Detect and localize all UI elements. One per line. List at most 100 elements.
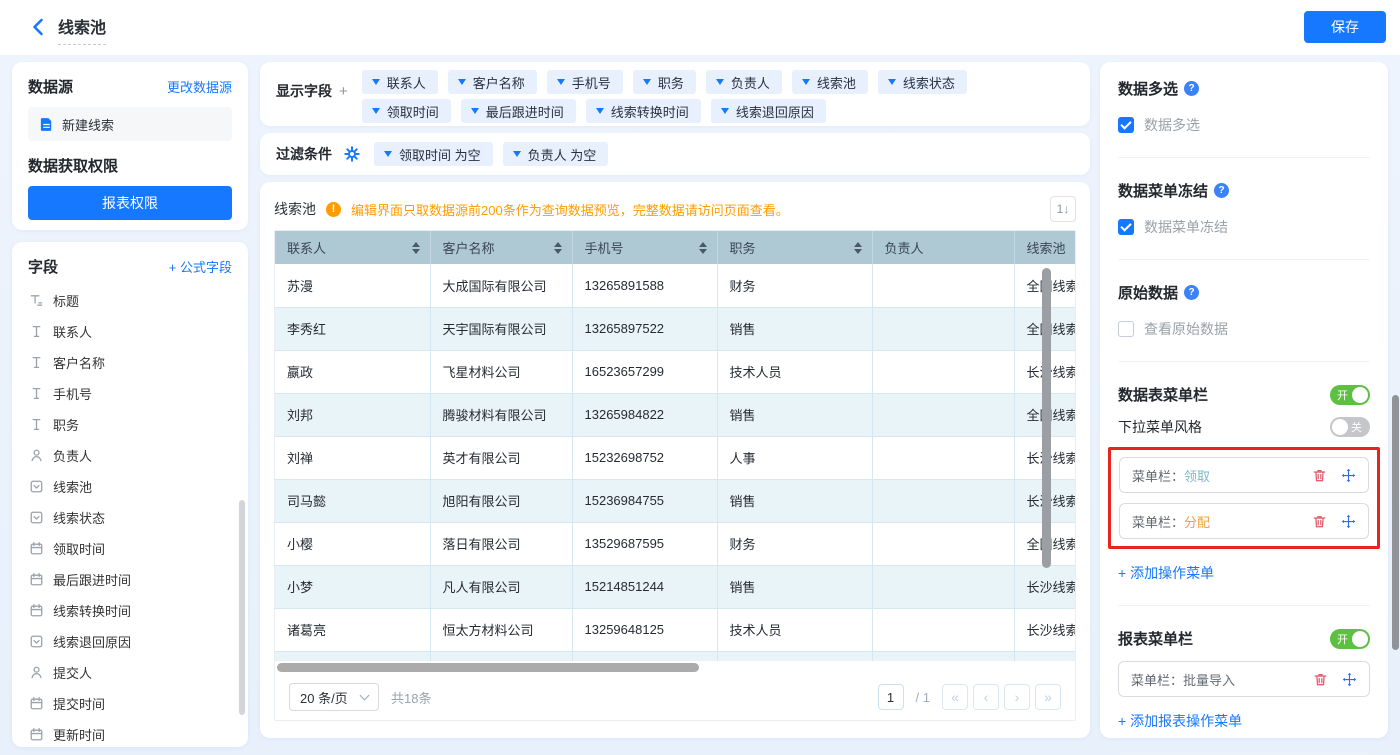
table-horizontal-scrollbar[interactable]: [277, 663, 699, 672]
display-field-chip[interactable]: 线索状态: [878, 70, 967, 94]
checkbox-checked-icon[interactable]: [1118, 219, 1134, 235]
menu-item[interactable]: 菜单栏：分配: [1119, 503, 1369, 539]
display-field-chip[interactable]: 领取时间: [362, 99, 451, 123]
display-field-chip[interactable]: 线索退回原因: [711, 99, 826, 123]
raw-data-checkbox-row[interactable]: 查看原始数据: [1118, 319, 1370, 339]
sort-arrows-icon[interactable]: [412, 242, 420, 254]
menu-item[interactable]: 菜单栏：领取: [1119, 457, 1369, 493]
multi-select-checkbox-row[interactable]: 数据多选: [1118, 115, 1370, 135]
table-row[interactable]: 司马懿旭阳有限公司15236984755销售长沙线索: [275, 479, 1075, 522]
page-vertical-scrollbar[interactable]: [1392, 395, 1399, 650]
field-item[interactable]: 线索转换时间: [28, 595, 232, 626]
report-menu-toggle-on[interactable]: 开: [1330, 629, 1370, 649]
table-cell: [1014, 651, 1075, 661]
field-item[interactable]: 提交时间: [28, 688, 232, 719]
delete-icon[interactable]: [1311, 513, 1327, 529]
field-item[interactable]: 负责人: [28, 440, 232, 471]
table-row[interactable]: 嬴政飞星材料公司16523657299技术人员长沙线索: [275, 350, 1075, 393]
table-row[interactable]: 小梦凡人有限公司15214851244销售长沙线索: [275, 565, 1075, 608]
first-page-button[interactable]: «: [942, 684, 968, 710]
column-header[interactable]: 手机号: [572, 231, 717, 264]
column-header[interactable]: 职务: [717, 231, 872, 264]
display-field-chip[interactable]: 线索池: [792, 70, 868, 94]
checkbox-checked-icon[interactable]: [1118, 117, 1134, 133]
field-item[interactable]: 提交人: [28, 657, 232, 688]
move-icon[interactable]: [1341, 671, 1357, 687]
add-display-field-button[interactable]: +: [339, 83, 348, 100]
field-item[interactable]: 更新时间: [28, 719, 232, 747]
column-header[interactable]: 线索池: [1014, 231, 1075, 264]
change-datasource-link[interactable]: 更改数据源: [167, 77, 232, 96]
table-row[interactable]: 诸葛亮恒太方材料公司13259648125技术人员长沙线索: [275, 608, 1075, 651]
filter-chip[interactable]: 负责人 为空: [503, 142, 609, 166]
field-item[interactable]: 线索退回原因: [28, 626, 232, 657]
add-action-menu-link[interactable]: + 添加操作菜单: [1118, 563, 1370, 583]
checkbox-unchecked-icon[interactable]: [1118, 321, 1134, 337]
page-title[interactable]: 线索池: [58, 14, 106, 45]
table-row[interactable]: 苏漫大成国际有限公司13265891588财务全国线索: [275, 264, 1075, 307]
display-field-chip[interactable]: 手机号: [547, 70, 623, 94]
sort-arrows-icon[interactable]: [699, 242, 707, 254]
title-field-icon: [28, 293, 44, 309]
select-field-icon: [28, 634, 44, 650]
pagination-bar: 20 条/页 共18条 1 / 1 «‹›»: [275, 674, 1075, 720]
back-icon[interactable]: [28, 16, 50, 38]
add-formula-field-link[interactable]: + 公式字段: [169, 257, 232, 276]
display-field-chip[interactable]: 线索转换时间: [586, 99, 701, 123]
delete-icon[interactable]: [1312, 671, 1328, 687]
gear-icon[interactable]: [344, 146, 360, 162]
page-number-input[interactable]: 1: [878, 684, 904, 710]
help-icon[interactable]: ?: [1214, 183, 1229, 198]
field-item[interactable]: 职务: [28, 409, 232, 440]
menu-item-value: 分配: [1184, 512, 1210, 531]
save-button[interactable]: 保存: [1304, 11, 1386, 43]
datasource-item[interactable]: 新建线索: [28, 107, 232, 141]
move-icon[interactable]: [1340, 467, 1356, 483]
display-field-chip[interactable]: 客户名称: [448, 70, 537, 94]
table-row[interactable]: 刘邦腾骏材料有限公司13265984822销售全国线索: [275, 393, 1075, 436]
field-item[interactable]: 线索状态: [28, 502, 232, 533]
add-report-action-menu-link[interactable]: + 添加报表操作菜单: [1118, 711, 1370, 731]
field-item[interactable]: 线索池: [28, 471, 232, 502]
column-header[interactable]: 负责人: [872, 231, 1014, 264]
field-item[interactable]: 客户名称: [28, 347, 232, 378]
prev-page-button[interactable]: ‹: [973, 684, 999, 710]
help-icon[interactable]: ?: [1184, 285, 1199, 300]
dropdown-style-toggle-off[interactable]: 关: [1330, 417, 1370, 437]
report-permission-button[interactable]: 报表权限: [28, 186, 232, 220]
display-field-chip[interactable]: 负责人: [706, 70, 782, 94]
column-header[interactable]: 客户名称: [430, 231, 572, 264]
table-row[interactable]: 小樱落日有限公司13529687595财务全国线索: [275, 522, 1075, 565]
menu-item[interactable]: 菜单栏：批量导入: [1118, 661, 1370, 697]
toggle-knob: [1352, 631, 1368, 647]
help-icon[interactable]: ?: [1184, 81, 1199, 96]
next-page-button[interactable]: ›: [1004, 684, 1030, 710]
table-menu-toggle-on[interactable]: 开: [1330, 385, 1370, 405]
page-size-select[interactable]: 20 条/页: [289, 683, 379, 711]
field-item[interactable]: 联系人: [28, 316, 232, 347]
caret-down-icon: [643, 79, 651, 85]
display-field-chip[interactable]: 职务: [633, 70, 696, 94]
move-icon[interactable]: [1340, 513, 1356, 529]
sort-arrows-icon[interactable]: [554, 242, 562, 254]
display-field-chip[interactable]: 最后跟进时间: [461, 99, 576, 123]
fields-scrollbar[interactable]: [239, 500, 245, 715]
field-item-label: 职务: [53, 415, 79, 434]
field-item[interactable]: 手机号: [28, 378, 232, 409]
field-item[interactable]: 领取时间: [28, 533, 232, 564]
report-menu-items: 菜单栏：批量导入: [1118, 661, 1370, 697]
field-item[interactable]: 标题: [28, 285, 232, 316]
column-header[interactable]: 联系人: [275, 231, 430, 264]
table-horizontal-scroll-track: [275, 661, 1075, 674]
menu-freeze-checkbox-row[interactable]: 数据菜单冻结: [1118, 217, 1370, 237]
display-field-chip[interactable]: 联系人: [362, 70, 438, 94]
last-page-button[interactable]: »: [1035, 684, 1061, 710]
sort-arrows-icon[interactable]: [854, 242, 862, 254]
table-row[interactable]: 刘禅英才有限公司15232698752人事长沙线索: [275, 436, 1075, 479]
sort-order-icon[interactable]: 1↓: [1050, 196, 1076, 222]
table-row[interactable]: 李秀红天宇国际有限公司13265897522销售全国线索: [275, 307, 1075, 350]
table-vertical-scrollbar[interactable]: [1042, 268, 1051, 568]
field-item[interactable]: 最后跟进时间: [28, 564, 232, 595]
delete-icon[interactable]: [1311, 467, 1327, 483]
filter-chip[interactable]: 领取时间 为空: [374, 142, 493, 166]
